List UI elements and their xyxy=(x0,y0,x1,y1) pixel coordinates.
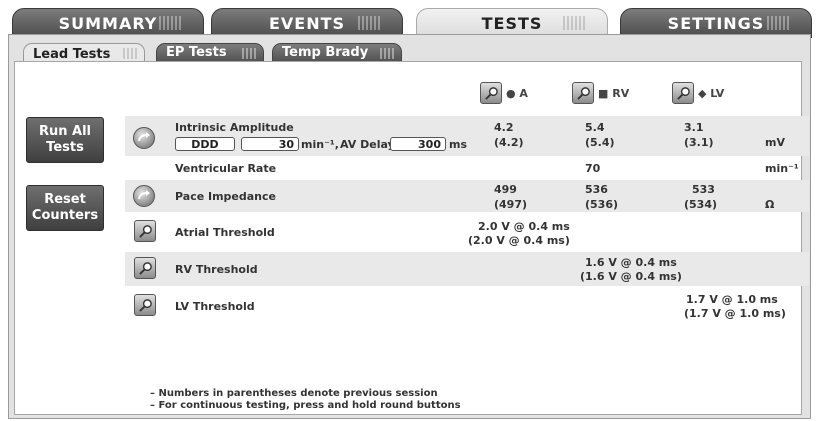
column-header-rv: ■ RV xyxy=(572,80,629,106)
intrinsic-rv-value: 5.4 xyxy=(585,121,605,134)
lead-tests-content xyxy=(14,61,802,415)
av-delay-label: AV Delay xyxy=(340,138,395,151)
lv-threshold-test-button[interactable] xyxy=(134,294,156,316)
reset-counters-button[interactable]: Reset Counters xyxy=(26,185,104,231)
magnifier-icon xyxy=(138,298,152,312)
intrinsic-amplitude-test-button[interactable] xyxy=(133,127,155,149)
column-lv-test-button[interactable] xyxy=(672,82,694,104)
tab-grip-pattern xyxy=(242,48,256,59)
ventricular-rate-unit: min⁻¹ xyxy=(765,162,799,175)
intrinsic-rv-previous: (5.4) xyxy=(585,136,615,149)
pacing-rate-unit: min⁻¹, xyxy=(301,138,339,151)
tab-tests-label: TESTS xyxy=(481,13,543,33)
tab-grip-pattern xyxy=(563,16,585,30)
brady-mode-field[interactable]: DDD xyxy=(175,137,235,151)
column-lv-label: ◆ LV xyxy=(698,86,725,100)
column-rv-label: ■ RV xyxy=(598,86,630,100)
footnote-previous-session: – Numbers in parentheses denote previous… xyxy=(150,388,438,399)
rv-threshold-test-button[interactable] xyxy=(134,257,156,279)
ventricular-rate-label: Ventricular Rate xyxy=(175,162,277,175)
intrinsic-unit: mV xyxy=(765,136,785,149)
subtab-lead-tests-label: Lead Tests xyxy=(33,46,111,62)
tab-grip-pattern xyxy=(358,16,380,30)
top-tab-bar: SUMMARY EVENTS TESTS SETTINGS xyxy=(8,4,813,38)
rv-threshold-value: 1.6 V @ 0.4 ms xyxy=(585,256,677,269)
atrial-threshold-value: 2.0 V @ 0.4 ms xyxy=(478,220,570,233)
intrinsic-a-previous: (4.2) xyxy=(494,136,524,149)
subtab-temp-brady-label: Temp Brady xyxy=(282,45,369,60)
arrow-right-icon xyxy=(138,132,150,142)
column-rv-test-button[interactable] xyxy=(572,82,594,104)
atrial-threshold-test-button[interactable] xyxy=(134,220,156,242)
impedance-lv-previous: (534) xyxy=(684,198,718,211)
arrow-right-icon xyxy=(138,190,150,200)
magnifier-icon xyxy=(138,261,152,275)
magnifier-icon xyxy=(138,224,152,238)
pacing-rate-field[interactable]: 30 xyxy=(241,137,299,151)
tab-grip-pattern xyxy=(123,48,137,59)
tab-summary-label: SUMMARY xyxy=(58,13,158,33)
footnote-continuous-testing: – For continuous testing, press and hold… xyxy=(150,400,461,411)
tab-events-label: EVENTS xyxy=(268,13,346,33)
intrinsic-lv-value: 3.1 xyxy=(684,121,704,134)
column-a-label: ● A xyxy=(506,86,528,100)
atrial-threshold-label: Atrial Threshold xyxy=(175,226,275,239)
tab-grip-pattern xyxy=(380,48,394,59)
lv-threshold-previous: (1.7 V @ 1.0 ms) xyxy=(684,307,786,320)
subtab-ep-tests[interactable]: EP Tests xyxy=(156,43,264,62)
impedance-unit: Ω xyxy=(765,198,775,211)
tab-settings-label: SETTINGS xyxy=(667,13,765,33)
impedance-a-previous: (497) xyxy=(494,198,528,211)
column-a-test-button[interactable] xyxy=(480,82,502,104)
intrinsic-amplitude-label: Intrinsic Amplitude xyxy=(175,121,294,134)
tab-grip-pattern xyxy=(767,16,789,30)
magnifier-icon xyxy=(484,86,498,100)
subtab-temp-brady[interactable]: Temp Brady xyxy=(272,43,402,62)
lv-threshold-value: 1.7 V @ 1.0 ms xyxy=(686,293,778,306)
column-header-a: ● A xyxy=(480,80,528,106)
av-delay-unit: ms xyxy=(449,138,468,151)
impedance-rv-value: 536 xyxy=(585,183,608,196)
lv-threshold-label: LV Threshold xyxy=(175,300,255,313)
rv-threshold-previous: (1.6 V @ 0.4 ms) xyxy=(580,270,682,283)
impedance-rv-previous: (536) xyxy=(585,198,619,211)
pace-impedance-label: Pace Impedance xyxy=(175,190,276,203)
impedance-lv-value: 533 xyxy=(692,183,715,196)
column-header-lv: ◆ LV xyxy=(672,80,724,106)
intrinsic-lv-previous: (3.1) xyxy=(684,136,714,149)
tab-tests[interactable]: TESTS xyxy=(416,8,608,37)
ventricular-rate-value: 70 xyxy=(585,162,601,175)
rv-threshold-label: RV Threshold xyxy=(175,263,258,276)
magnifier-icon xyxy=(676,86,690,100)
tab-grip-pattern xyxy=(159,16,181,30)
intrinsic-a-value: 4.2 xyxy=(494,121,514,134)
atrial-threshold-previous: (2.0 V @ 0.4 ms) xyxy=(468,234,570,247)
run-all-tests-button[interactable]: Run All Tests xyxy=(26,117,104,163)
av-delay-field[interactable]: 300 xyxy=(390,137,446,151)
pace-impedance-test-button[interactable] xyxy=(133,185,155,207)
magnifier-icon xyxy=(576,86,590,100)
subtab-ep-tests-label: EP Tests xyxy=(166,45,227,60)
impedance-a-value: 499 xyxy=(494,183,517,196)
